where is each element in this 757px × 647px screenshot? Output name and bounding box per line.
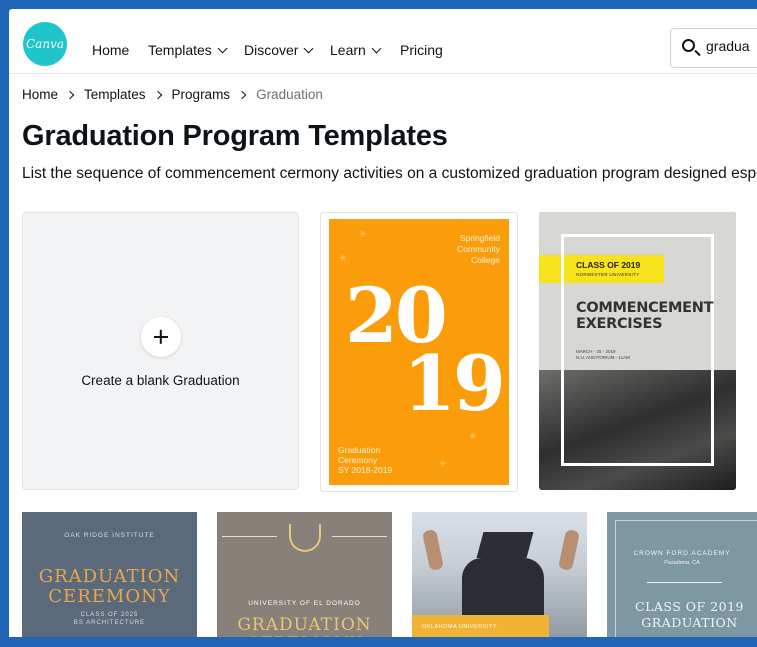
- template-location: Pasadena, CA: [664, 560, 700, 566]
- divider: [332, 536, 387, 537]
- create-blank-card[interactable]: Create a blank Graduation: [22, 212, 299, 490]
- search-icon: [682, 39, 695, 52]
- browser-viewport: Canva Home Templates Discover Learn Pric…: [9, 9, 757, 637]
- nav-home[interactable]: Home: [92, 42, 129, 58]
- template-university: OKLAHOMA UNIVERSITY: [422, 624, 497, 630]
- top-nav: Canva Home Templates Discover Learn Pric…: [9, 9, 757, 74]
- chevron-down-icon: [304, 43, 314, 54]
- template-card[interactable]: OKLAHOMA UNIVERSITY: [412, 512, 587, 637]
- sparkle-icon: ✳: [359, 229, 369, 239]
- sparkle-icon: ✳: [439, 459, 449, 469]
- chevron-right-icon: [153, 90, 162, 100]
- sparkle-icon: ✳: [469, 431, 479, 441]
- search-input[interactable]: [706, 38, 757, 54]
- template-university: UNIVERSITY OF EL DORADO: [248, 600, 361, 607]
- raised-arm: [557, 528, 581, 572]
- template-card[interactable]: OAK RIDGE INSTITUTE GRADUATION CEREMONY …: [22, 512, 197, 637]
- template-date: MARCH - 25 - 2019 N.U. AUDITORIUM - 11AM: [576, 349, 630, 360]
- chevron-right-icon: [237, 90, 247, 100]
- plus-icon: [141, 317, 181, 357]
- nav-templates[interactable]: Templates: [148, 42, 228, 58]
- template-title: COMMENCEMENT EXERCISES: [576, 300, 714, 332]
- breadcrumb: Home Templates Programs Graduation: [22, 87, 323, 102]
- template-title: CLASS OF 2019 GRADUATION: [635, 599, 744, 630]
- laurel-icon: [289, 524, 321, 552]
- template-card[interactable]: ✳ ✳ Springfield Community College 20 19 …: [320, 212, 518, 492]
- sparkle-icon: ✳: [339, 253, 349, 263]
- create-blank-label: Create a blank Graduation: [81, 373, 240, 388]
- template-title: GRADUATION CEREMONY: [237, 615, 372, 638]
- graduation-cap-icon: [476, 532, 534, 558]
- template-caption: Graduation Ceremony SY 2018-2019: [338, 445, 393, 475]
- page-title: Graduation Program Templates: [22, 120, 448, 152]
- breadcrumb-templates[interactable]: Templates: [84, 87, 146, 102]
- breadcrumb-home[interactable]: Home: [22, 87, 58, 102]
- template-institute: OAK RIDGE INSTITUTE: [64, 532, 155, 539]
- divider: [222, 536, 277, 537]
- template-year-bottom: 19: [403, 339, 506, 428]
- search-box[interactable]: [670, 28, 757, 68]
- template-card[interactable]: UNIVERSITY OF EL DORADO GRADUATION CEREM…: [217, 512, 392, 637]
- page-description: List the sequence of commencement cermon…: [22, 165, 757, 182]
- template-card[interactable]: CLASS OF 2019 NORWESTER UNIVERSITY COMME…: [539, 212, 736, 490]
- template-academy: CROWN FORD ACADEMY: [633, 550, 731, 557]
- template-banner: OKLAHOMA UNIVERSITY: [412, 615, 549, 637]
- nav-pricing[interactable]: Pricing: [400, 42, 443, 58]
- nav-learn[interactable]: Learn: [330, 42, 382, 58]
- canva-logo[interactable]: Canva: [23, 22, 67, 66]
- template-title: GRADUATION CEREMONY: [38, 566, 181, 607]
- template-class: CLASS OF 2025 BS ARCHITECTURE: [73, 612, 146, 626]
- chevron-down-icon: [371, 43, 382, 54]
- breadcrumb-current: Graduation: [256, 87, 323, 102]
- template-card[interactable]: CROWN FORD ACADEMY Pasadena, CA CLASS OF…: [607, 512, 757, 637]
- chevron-right-icon: [65, 90, 75, 100]
- breadcrumb-programs[interactable]: Programs: [172, 87, 231, 102]
- raised-arm: [421, 528, 445, 572]
- template-class: CLASS OF 2019: [576, 260, 641, 270]
- template-thumbnail: ✳ ✳ Springfield Community College 20 19 …: [329, 219, 509, 485]
- nav-discover[interactable]: Discover: [244, 42, 314, 58]
- template-college: Springfield Community College: [457, 233, 500, 265]
- graduate-figure: [462, 558, 544, 618]
- divider: [647, 582, 722, 583]
- template-university: NORWESTER UNIVERSITY: [576, 272, 640, 277]
- chevron-down-icon: [217, 43, 228, 54]
